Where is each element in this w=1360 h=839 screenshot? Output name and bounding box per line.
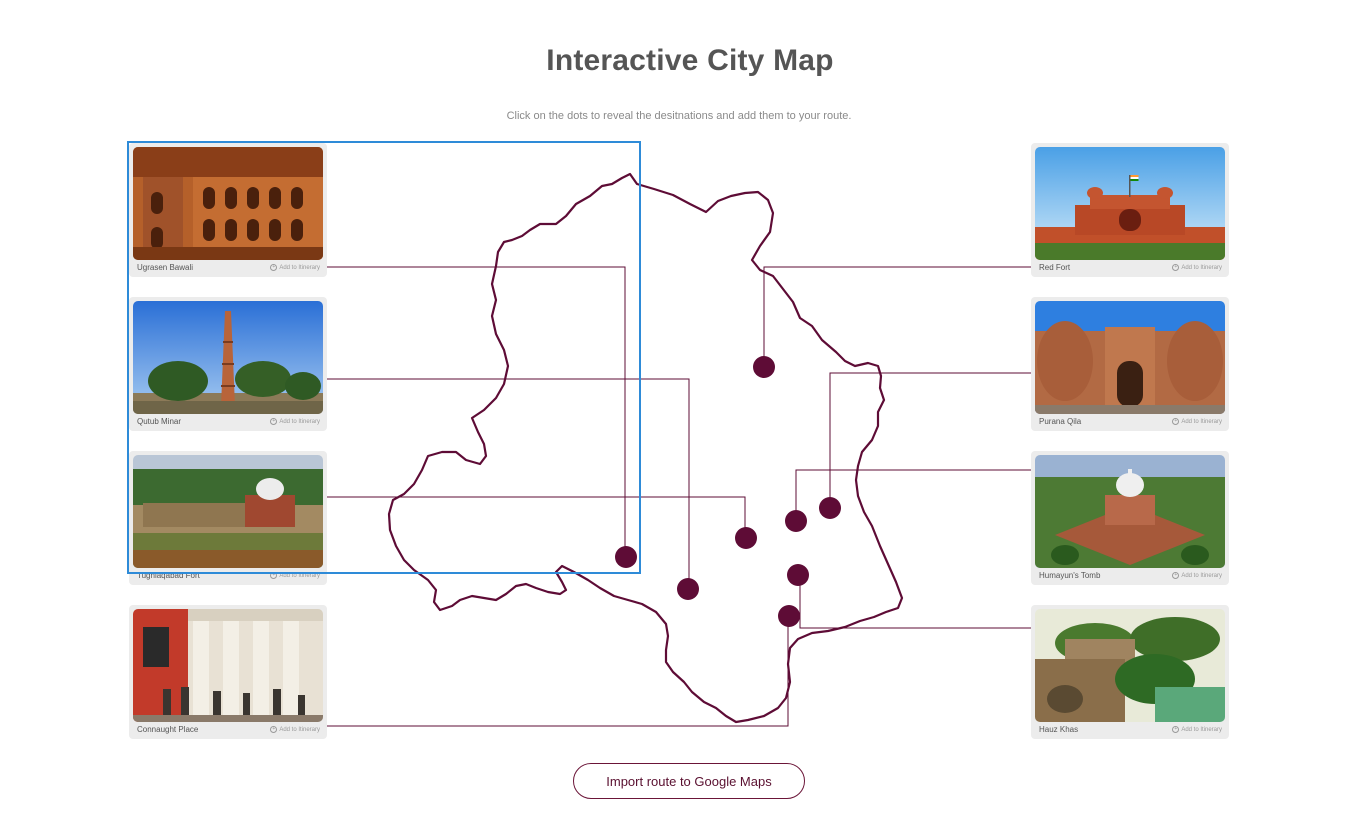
- destination-photo: [1035, 147, 1225, 260]
- plus-icon: +: [270, 726, 278, 733]
- map-dot-hauz-khas[interactable]: [787, 564, 809, 586]
- destination-card-humayuns-tomb[interactable]: Humayun's Tomb + Add to Itinerary: [1031, 451, 1229, 585]
- map-dot-humayuns-tomb[interactable]: [785, 510, 807, 532]
- destination-card-hauz-khas[interactable]: Hauz Khas + Add to Itinerary: [1031, 605, 1229, 739]
- map-dot-connaught-place[interactable]: [778, 605, 800, 627]
- plus-icon: +: [270, 264, 278, 271]
- connector-line: [327, 266, 626, 557]
- destination-photo: [1035, 455, 1225, 568]
- add-to-itinerary-link[interactable]: + Add to Itinerary: [1172, 418, 1222, 425]
- add-to-itinerary-link[interactable]: + Add to Itinerary: [1172, 726, 1222, 733]
- plus-icon: +: [1172, 264, 1180, 271]
- add-to-itinerary-link[interactable]: + Add to Itinerary: [270, 264, 320, 271]
- city-outline: [387, 172, 904, 724]
- destination-photo: [133, 609, 323, 722]
- add-to-itinerary-link[interactable]: + Add to Itinerary: [270, 572, 320, 579]
- destination-name: Red Fort: [1039, 263, 1071, 272]
- destination-card-purana-qila[interactable]: Purana Qila + Add to Itinerary: [1031, 297, 1229, 431]
- map-dot-red-fort[interactable]: [753, 356, 775, 378]
- plus-icon: +: [270, 572, 278, 579]
- add-to-itinerary-link[interactable]: + Add to Itinerary: [1172, 572, 1222, 579]
- plus-icon: +: [1172, 726, 1180, 733]
- connector-lines: [327, 266, 1031, 727]
- connector-line: [763, 266, 1031, 366]
- destination-photo: [133, 455, 323, 568]
- add-to-itinerary-link[interactable]: + Add to Itinerary: [270, 726, 320, 733]
- map-dot-tughlaqabad-fort[interactable]: [735, 527, 757, 549]
- import-route-button[interactable]: Import route to Google Maps: [573, 763, 805, 799]
- destination-photo: [133, 147, 323, 260]
- connector-line: [799, 575, 1031, 629]
- destination-name: Purana Qila: [1039, 417, 1082, 426]
- plus-icon: +: [1172, 418, 1180, 425]
- add-to-itinerary-link[interactable]: + Add to Itinerary: [1172, 264, 1222, 271]
- destination-name: Humayun's Tomb: [1039, 571, 1101, 580]
- destination-name: Hauz Khas: [1039, 725, 1079, 734]
- destination-photo: [133, 301, 323, 414]
- destination-photo: [1035, 301, 1225, 414]
- destination-card-connaught-place[interactable]: Connaught Place + Add to Itinerary: [129, 605, 327, 739]
- destination-card-tughlaqabad-fort[interactable]: Tughlaqabad Fort + Add to Itinerary: [129, 451, 327, 585]
- destination-name: Connaught Place: [137, 725, 199, 734]
- map-dot-ugrasen-bawali[interactable]: [615, 546, 637, 568]
- plus-icon: +: [270, 418, 278, 425]
- destination-card-red-fort[interactable]: Red Fort + Add to Itinerary: [1031, 143, 1229, 277]
- add-to-itinerary-link[interactable]: + Add to Itinerary: [270, 418, 320, 425]
- destination-photo: [1035, 609, 1225, 722]
- map-dot-purana-qila[interactable]: [819, 497, 841, 519]
- destination-name: Ugrasen Bawali: [137, 263, 194, 272]
- destination-name: Qutub Minar: [137, 417, 182, 426]
- destination-card-ugrasen-bawali[interactable]: Ugrasen Bawali + Add to Itinerary: [129, 143, 327, 277]
- connector-line: [829, 372, 1031, 508]
- map-dot-qutub-minar[interactable]: [677, 578, 699, 600]
- destination-card-qutub-minar[interactable]: Qutub Minar + Add to Itinerary: [129, 297, 327, 431]
- plus-icon: +: [1172, 572, 1180, 579]
- interactive-map-page: Interactive City Map Click on the dots t…: [0, 0, 1360, 839]
- destination-name: Tughlaqabad Fort: [137, 571, 200, 580]
